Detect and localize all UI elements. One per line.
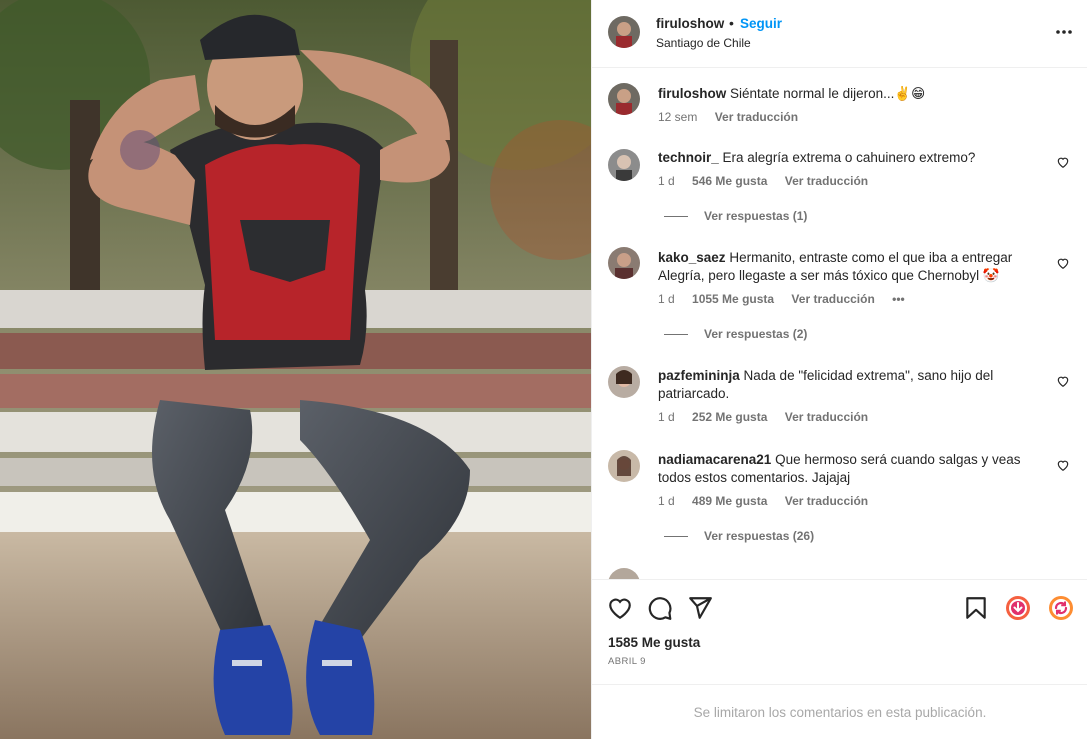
comment-username[interactable]: nadiamacarena21 [658,452,771,467]
comment-body: Era alegría extrema o cahuinero extremo? [722,150,976,165]
comments-limited-notice: Se limitaron los comentarios en esta pub… [592,684,1087,739]
comment-text: technoir_ Era alegría extrema o cahuiner… [658,149,1028,167]
avatar[interactable] [608,83,640,115]
caption-meta: 12 sem Ver traducción [658,110,812,124]
heart-icon[interactable] [1056,458,1070,472]
view-replies-button[interactable]: Ver respuestas (1) [664,209,807,223]
follow-button[interactable]: Seguir [740,16,782,31]
comment-text: pazfemininja Nada de "felicidad extrema"… [658,367,1028,403]
comment-text: kako_saez Hermanito, entraste como el qu… [658,249,1028,285]
comment-likes[interactable]: 252 Me gusta [692,410,767,424]
post-actions: 1585 Me gusta ABRIL 9 [592,579,1087,684]
heart-icon[interactable] [1056,256,1070,270]
heart-icon[interactable] [1056,374,1070,388]
avatar-image [608,568,640,579]
view-replies-button[interactable]: Ver respuestas (26) [664,529,814,543]
comment-item: nadiamacarena21 Que hermoso será cuando … [608,450,1078,550]
avatar-image [608,16,640,48]
more-options-icon[interactable] [1054,22,1074,42]
comment-time[interactable]: 1 d [658,410,675,424]
avatar[interactable] [608,247,640,279]
post-author-username[interactable]: firuloshow [656,16,724,31]
avatar[interactable] [608,16,640,48]
post-location[interactable]: Santiago de Chile [656,36,751,50]
translate-link[interactable]: Ver traducción [791,292,874,306]
comment-time[interactable]: 1 d [658,174,675,188]
share-icon[interactable] [687,595,713,621]
avatar-image [608,450,640,482]
comment-time[interactable]: 1 d [658,292,675,306]
avatar-image [608,83,640,115]
translate-link[interactable]: Ver traducción [785,494,868,508]
post-photo-illustration [0,0,591,739]
avatar[interactable] [608,450,640,482]
download-extension-icon[interactable] [1005,595,1031,621]
comment-time[interactable]: 1 d [658,494,675,508]
comment-meta: 1 d 1055 Me gusta Ver traducción ••• [658,292,919,306]
comment-likes[interactable]: 1055 Me gusta [692,292,774,306]
post-photo[interactable] [0,0,591,739]
comment-meta: 1 d 489 Me gusta Ver traducción [658,494,882,508]
post-date[interactable]: ABRIL 9 [608,656,646,667]
avatar-image [608,149,640,181]
avatar[interactable] [608,366,640,398]
translate-link[interactable]: Ver traducción [785,174,868,188]
comment-icon[interactable] [647,595,673,621]
post-modal: firuloshow • Seguir Santiago de Chile fi… [0,0,1087,739]
view-replies-button[interactable]: Ver respuestas (2) [664,327,807,341]
heart-icon[interactable] [607,595,633,621]
post-header: firuloshow • Seguir Santiago de Chile [592,0,1087,68]
comment-item: kako_saez Hermanito, entraste como el qu… [608,247,1078,347]
comment-more-button[interactable]: ••• [892,292,905,306]
comments-list[interactable]: firuloshow Siéntate normal le dijeron...… [592,69,1087,579]
avatar[interactable] [608,568,640,579]
avatar[interactable] [608,149,640,181]
post-caption: firuloshow Siéntate normal le dijeron...… [608,83,1078,131]
header-separator: • [729,15,734,31]
caption-time[interactable]: 12 sem [658,110,697,124]
comment-likes[interactable]: 489 Me gusta [692,494,767,508]
refresh-extension-icon[interactable] [1048,595,1074,621]
translate-link[interactable]: Ver traducción [715,110,798,124]
translate-link[interactable]: Ver traducción [785,410,868,424]
caption-username[interactable]: firuloshow [658,86,726,101]
comment-item [608,568,1078,579]
heart-icon[interactable] [1056,155,1070,169]
bookmark-icon[interactable] [963,595,989,621]
comment-item: technoir_ Era alegría extrema o cahuiner… [608,149,1078,229]
comment-username[interactable]: technoir_ [658,150,719,165]
comment-item: pazfemininja Nada de "felicidad extrema"… [608,366,1078,426]
caption-body: Siéntate normal le dijeron...✌️😁 [730,86,926,101]
caption-text: firuloshow Siéntate normal le dijeron...… [658,85,1028,103]
comment-text: nadiamacarena21 Que hermoso será cuando … [658,451,1028,487]
comment-meta: 1 d 252 Me gusta Ver traducción [658,410,882,424]
avatar-image [608,366,640,398]
avatar-image [608,247,640,279]
comment-likes[interactable]: 546 Me gusta [692,174,767,188]
comment-username[interactable]: pazfemininja [658,368,740,383]
post-side-panel: firuloshow • Seguir Santiago de Chile fi… [591,0,1087,739]
post-likes-count[interactable]: 1585 Me gusta [608,635,700,650]
comment-username[interactable]: kako_saez [658,250,726,265]
comment-meta: 1 d 546 Me gusta Ver traducción [658,174,882,188]
